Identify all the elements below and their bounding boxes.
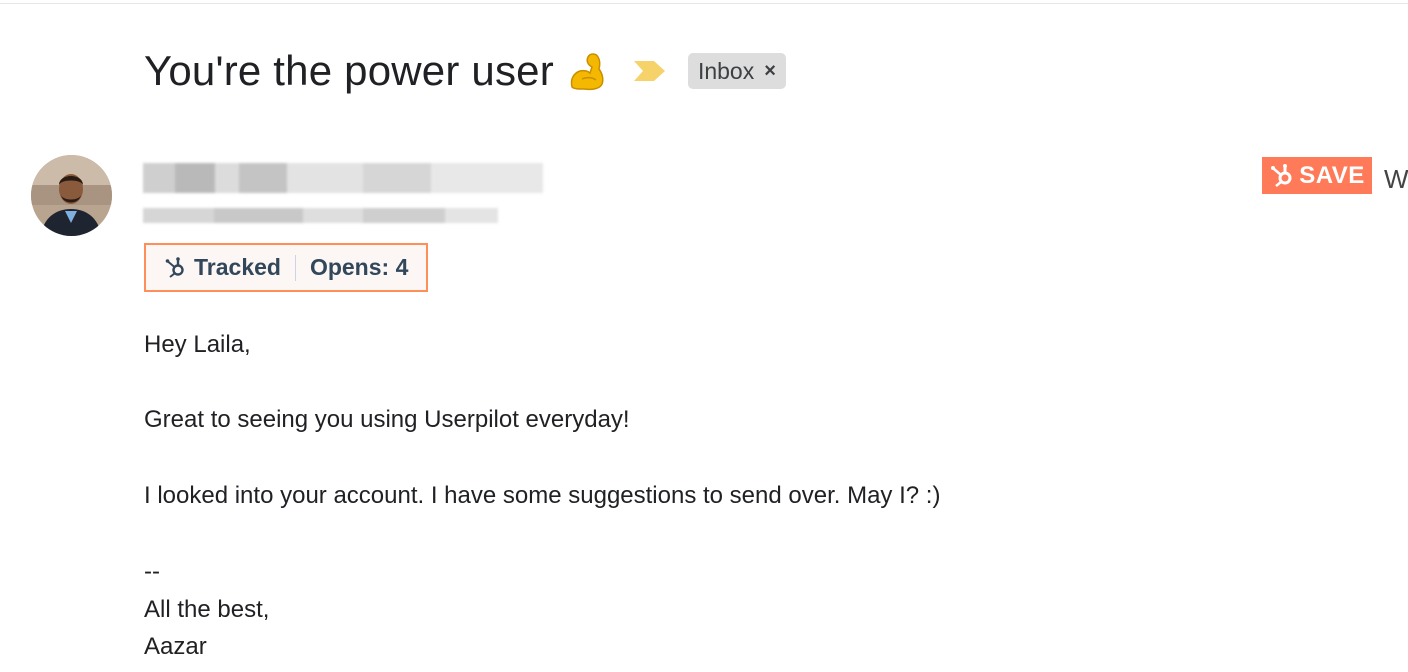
sender-avatar[interactable] [31, 155, 112, 236]
save-button-label: SAVE [1299, 161, 1365, 189]
signature-separator: -- [144, 558, 160, 585]
inbox-label-chip[interactable]: Inbox × [687, 53, 786, 89]
email-view: You're the power user Inbox × SAVE W Tra… [0, 0, 1408, 672]
message-line: I looked into your account. I have some … [144, 482, 941, 509]
importance-marker-icon[interactable] [632, 59, 668, 83]
cut-off-text: We [1384, 164, 1408, 194]
sign-off: All the best, [144, 596, 270, 623]
message-greeting: Hey Laila, [144, 331, 251, 358]
hubspot-sprocket-icon [1271, 163, 1292, 187]
signature-name: Aazar [144, 633, 207, 660]
email-subject: You're the power user [144, 47, 554, 94]
label-chip-text: Inbox [697, 57, 755, 84]
hubspot-sprocket-icon [165, 256, 184, 278]
tracked-label: Tracked [194, 254, 281, 280]
flexed-biceps-icon [566, 49, 610, 93]
message-line: Great to seeing you using Userpilot ever… [144, 406, 630, 433]
subject-row: You're the power user Inbox × [144, 40, 786, 102]
badge-divider [294, 254, 296, 281]
top-divider [0, 3, 1408, 4]
remove-label-icon[interactable]: × [764, 61, 776, 81]
opens-count: Opens: 4 [309, 254, 409, 280]
hubspot-tracking-badge[interactable]: Tracked Opens: 4 [144, 243, 428, 292]
hubspot-save-button[interactable]: SAVE [1262, 157, 1372, 194]
